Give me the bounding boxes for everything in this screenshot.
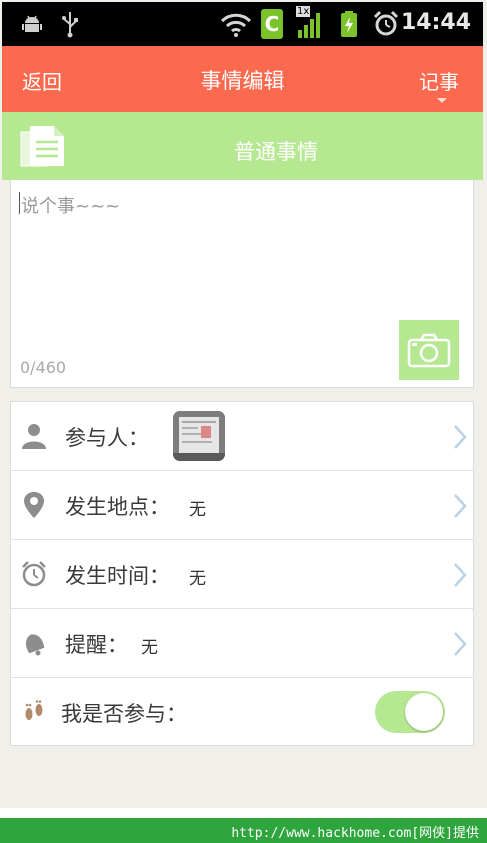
content-editor[interactable]: 说个事~~~ 0/460: [10, 180, 474, 388]
chevron-right-icon: [454, 563, 467, 587]
chevron-right-icon: [454, 494, 467, 518]
action-bar: 返回 事情编辑 记事: [2, 46, 483, 112]
detail-list: 参与人： 发生地点： 无 发生时间： 无 提醒： 无 我是否参与：: [10, 401, 474, 746]
row-location[interactable]: 发生地点： 无: [11, 471, 473, 540]
row-participants[interactable]: 参与人：: [11, 402, 473, 471]
category-bar[interactable]: 普通事情: [2, 112, 483, 180]
self-participate-toggle[interactable]: [375, 691, 445, 733]
app-frame: C 1x 14:44 返回 事情编辑 记事 普通事情 说个事~~~ 0/460 …: [0, 0, 487, 843]
usb-icon: [62, 12, 78, 38]
row-self-participate: 我是否参与：: [11, 678, 473, 747]
camera-icon: [407, 333, 451, 368]
chevron-right-icon: [454, 425, 467, 449]
participants-label: 参与人：: [65, 426, 149, 450]
chevron-right-icon: [454, 632, 467, 656]
back-button[interactable]: 返回: [22, 66, 62, 95]
status-bar: C 1x 14:44: [2, 2, 483, 46]
watermark-text: http://www.hackhome.com[网侠]提供: [231, 826, 479, 841]
alarm-clock-icon: [22, 561, 46, 587]
time-value: 无: [189, 569, 206, 589]
c-app-icon: C: [261, 9, 283, 39]
category-label: 普通事情: [234, 140, 318, 164]
row-time[interactable]: 发生时间： 无: [11, 540, 473, 609]
page-title: 事情编辑: [200, 69, 285, 93]
footer-spacer: [0, 808, 487, 818]
participant-avatar[interactable]: [173, 411, 225, 461]
clock-time: 14:44: [400, 10, 471, 35]
person-icon: [22, 424, 46, 449]
footprints-icon: [25, 700, 43, 720]
alarm-icon: [373, 10, 399, 36]
text-caret: [19, 192, 20, 214]
reminder-label: 提醒：: [65, 633, 128, 657]
self-participate-label: 我是否参与：: [61, 702, 187, 726]
note-button[interactable]: 记事: [419, 66, 459, 95]
svg-text:C: C: [265, 12, 280, 36]
toggle-knob: [405, 693, 443, 731]
bell-icon: [26, 634, 45, 656]
note-dropdown-indicator: [437, 98, 447, 103]
signal-badge: 1x: [296, 6, 311, 17]
location-label: 发生地点：: [65, 495, 170, 519]
row-reminder[interactable]: 提醒： 无: [11, 609, 473, 678]
battery-charging-icon: [341, 11, 357, 37]
location-pin-icon: [24, 492, 44, 518]
time-label: 发生时间：: [65, 564, 170, 588]
reminder-value: 无: [141, 638, 158, 658]
wifi-icon: [220, 13, 252, 37]
character-counter: 0/460: [20, 358, 67, 377]
watermark-bar: http://www.hackhome.com[网侠]提供: [0, 818, 487, 843]
android-icon: [22, 15, 42, 32]
signal-icon: 1x: [296, 6, 326, 40]
camera-button[interactable]: [399, 320, 459, 380]
location-value: 无: [189, 500, 206, 520]
content-placeholder: 说个事~~~: [21, 196, 121, 217]
